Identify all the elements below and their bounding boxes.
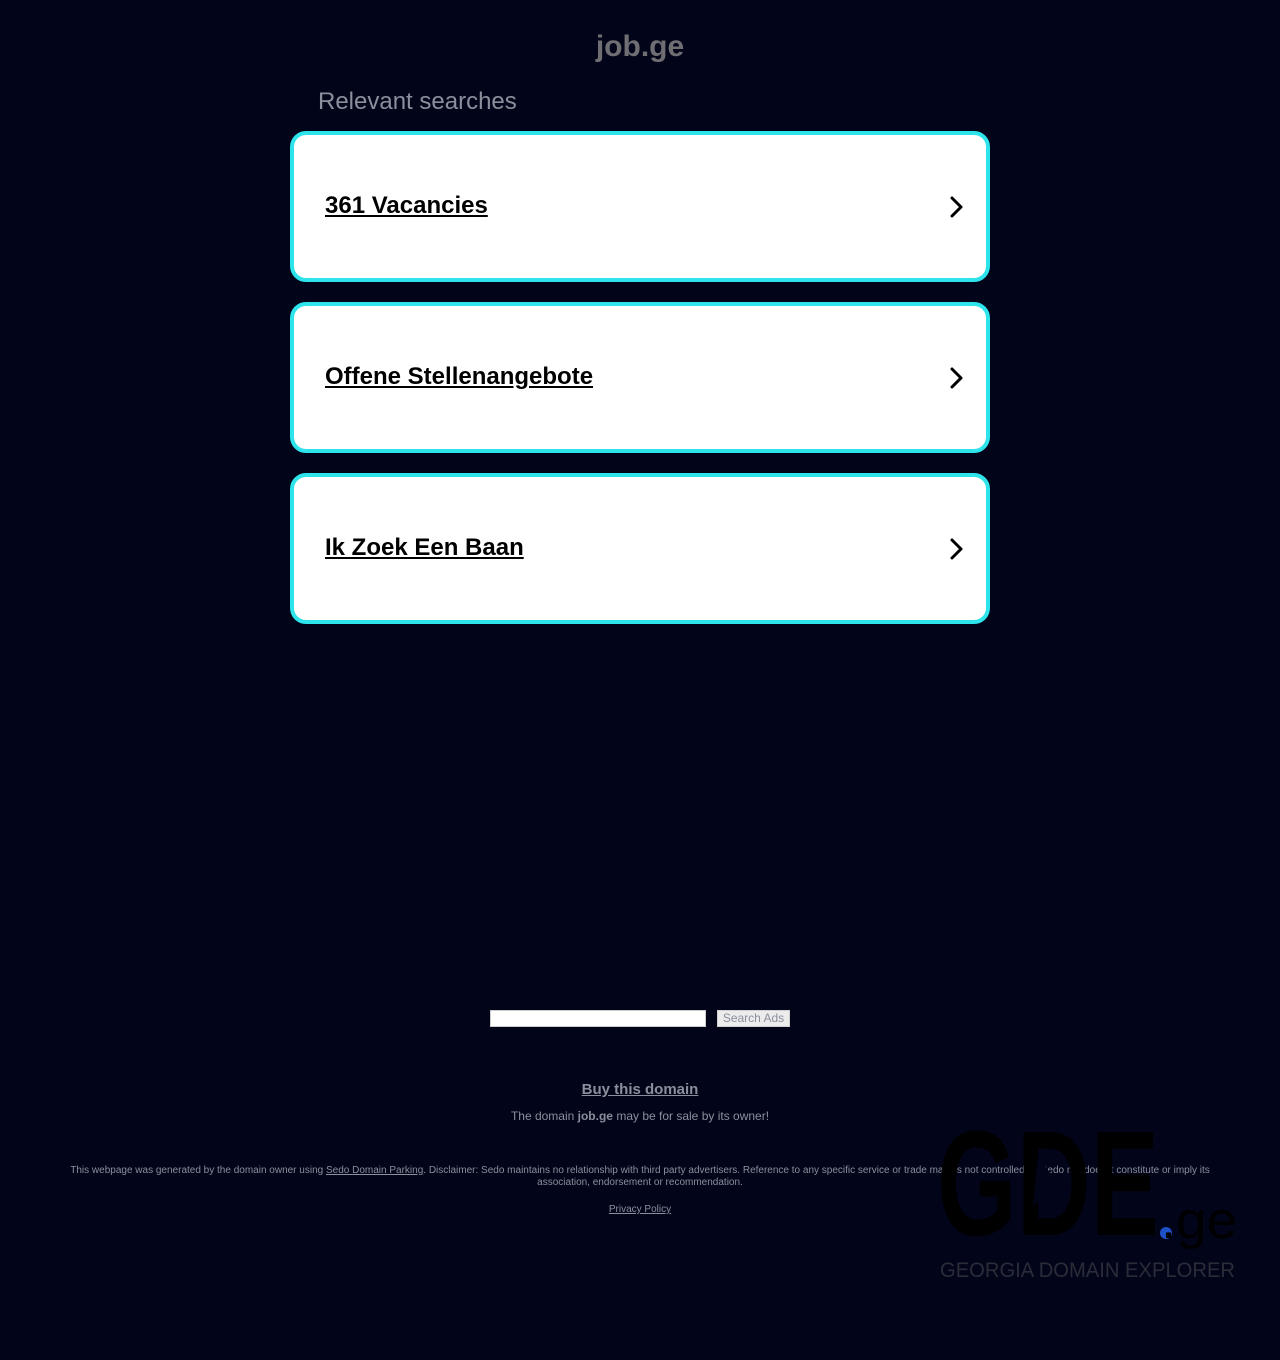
search-card-label[interactable]: Ik Zoek Een Baan [325, 534, 524, 562]
watermark-tagline: GEORGIA DOMAIN EXPLORER [940, 1259, 1235, 1282]
relevant-searches-heading: Relevant searches [318, 88, 517, 115]
search-input[interactable] [490, 1010, 706, 1027]
search-card-label[interactable]: Offene Stellenangebote [325, 363, 593, 391]
search-card-label[interactable]: 361 Vacancies [325, 192, 488, 220]
buy-domain-label[interactable]: Buy this domain [582, 1081, 699, 1098]
sale-suffix: may be for sale by its owner! [612, 1109, 770, 1123]
privacy-policy-label[interactable]: Privacy Policy [609, 1204, 671, 1215]
search-ads-form: Search Ads [490, 1010, 790, 1027]
search-card-3[interactable]: Ik Zoek Een Baan [290, 473, 990, 624]
sedo-parking-link[interactable]: Sedo Domain Parking [326, 1165, 423, 1176]
watermark-logo-suffix: .ge [1161, 1192, 1237, 1250]
sale-prefix: The domain [510, 1109, 578, 1123]
chevron-right-icon [950, 367, 963, 389]
chevron-right-icon [950, 196, 963, 218]
disclaimer-prefix: This webpage was generated by the domain… [70, 1165, 326, 1176]
parking-page: job.ge Relevant searches 361 Vacancies O… [0, 0, 1280, 1360]
gde-watermark-logo: GDE .ge GEORGIA DOMAIN EXPLORER [937, 1110, 1237, 1282]
buy-domain-link[interactable]: Buy this domain [0, 1081, 1280, 1098]
domain-title: job.ge [595, 30, 685, 63]
search-ads-button[interactable]: Search Ads [717, 1010, 790, 1027]
search-card-2[interactable]: Offene Stellenangebote [290, 302, 990, 453]
search-card-1[interactable]: 361 Vacancies [290, 131, 990, 282]
chevron-right-icon [950, 538, 963, 560]
sale-domain: job.ge [577, 1109, 613, 1123]
